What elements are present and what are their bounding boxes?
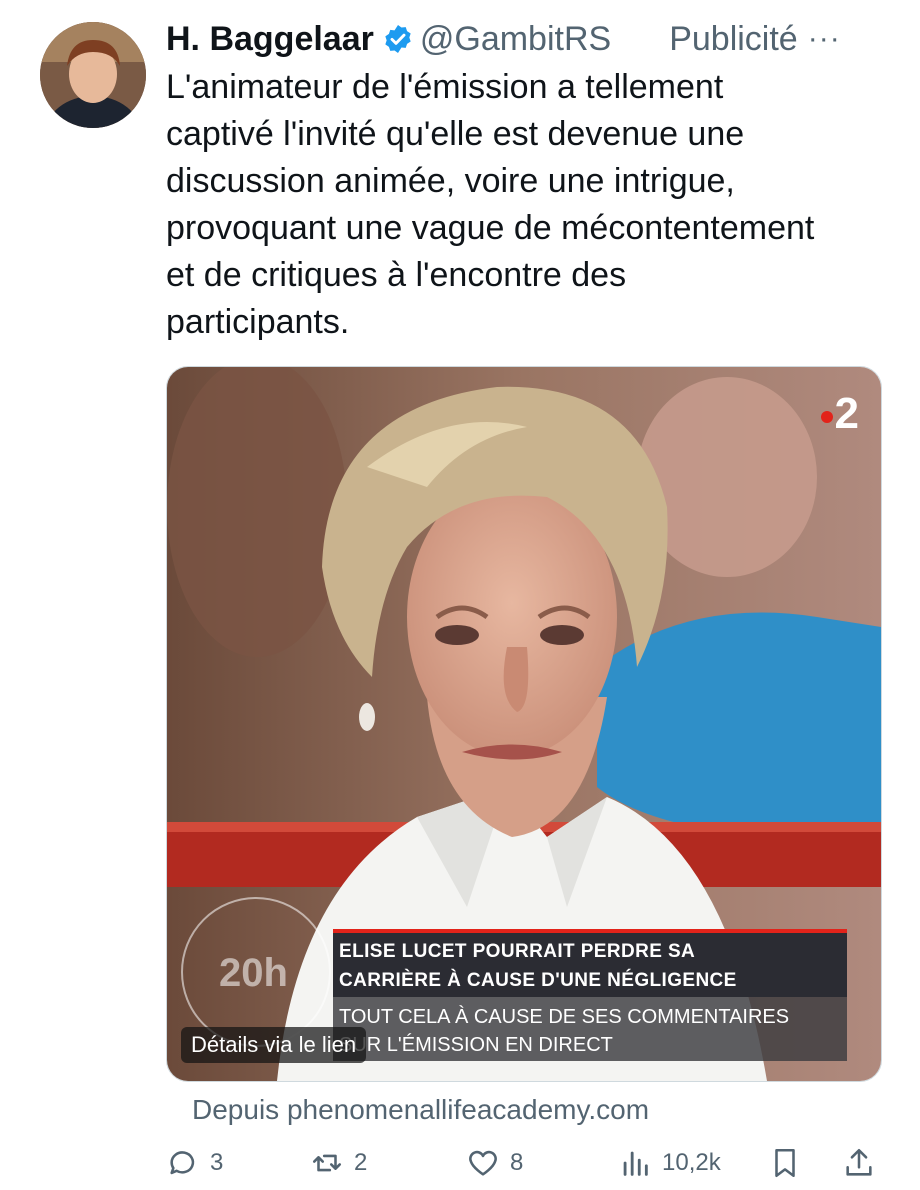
- channel-logo: 2: [820, 389, 859, 439]
- tweet-text-line: discussion animée, voire une intrigue,: [166, 162, 735, 200]
- reply-icon: [170, 1151, 195, 1175]
- bookmark-button[interactable]: [768, 1146, 802, 1180]
- reply-button[interactable]: 3: [166, 1146, 223, 1180]
- ad-label: Publicité: [669, 19, 798, 58]
- verified-badge-icon: [385, 25, 411, 53]
- subline-line: SUR L'ÉMISSION EN DIRECT: [339, 1034, 613, 1056]
- news-lower-third: ELISE LUCET POURRAIT PERDRE SA CARRIÈRE …: [333, 929, 847, 1061]
- news-headline: ELISE LUCET POURRAIT PERDRE SA CARRIÈRE …: [333, 929, 847, 997]
- author-name[interactable]: H. Baggelaar: [166, 20, 374, 59]
- source-link[interactable]: Depuis phenomenallifeacademy.com: [192, 1094, 649, 1126]
- details-link-label[interactable]: Détails via le lien: [181, 1027, 367, 1063]
- headline-line: ELISE LUCET POURRAIT PERDRE SA: [339, 941, 696, 962]
- tweet-header: H. Baggelaar @GambitRS Publicité ···: [166, 14, 900, 64]
- bookmark-icon: [775, 1148, 795, 1178]
- views-button[interactable]: 10,2k: [618, 1146, 721, 1180]
- like-icon: [469, 1150, 497, 1176]
- retweet-button[interactable]: 2: [310, 1146, 367, 1180]
- tweet-text-line: provoquant une vague de mécontentement: [166, 209, 815, 247]
- retweet-count: 2: [354, 1149, 368, 1176]
- news-badge-label: 20h: [219, 951, 288, 995]
- author-handle[interactable]: @GambitRS: [420, 20, 611, 59]
- tweet-text-line: captivé l'invité qu'elle est devenue une: [166, 115, 745, 153]
- subline-line: TOUT CELA À CAUSE DE SES COMMENTAIRES: [339, 1006, 790, 1028]
- tweet-text-line: et de critiques à l'encontre des: [166, 256, 627, 294]
- like-button[interactable]: 8: [466, 1146, 523, 1180]
- views-icon: [623, 1151, 648, 1176]
- views-count: 10,2k: [662, 1149, 721, 1176]
- tweet-media[interactable]: 2 20h ELISE LUCET POURRAIT PERDRE SA CAR…: [166, 366, 882, 1082]
- reply-count: 3: [210, 1149, 224, 1176]
- tweet-text-line: participants.: [166, 303, 350, 341]
- share-icon: [846, 1148, 872, 1176]
- retweet-icon: [312, 1154, 342, 1172]
- channel-dot-icon: [820, 411, 833, 423]
- author-avatar[interactable]: [40, 22, 146, 128]
- like-count: 8: [510, 1149, 524, 1176]
- more-icon[interactable]: ···: [808, 22, 841, 56]
- action-bar: 3 2 8 10,2k: [166, 1146, 886, 1190]
- tweet-text-line: L'animateur de l'émission a tellement: [166, 68, 724, 106]
- tweet-text: L'animateur de l'émission a tellement ca…: [166, 64, 886, 346]
- share-button[interactable]: [842, 1146, 876, 1180]
- headline-line: CARRIÈRE À CAUSE D'UNE NÉGLIGENCE: [339, 970, 737, 991]
- channel-number: 2: [834, 389, 859, 438]
- news-subline: TOUT CELA À CAUSE DE SES COMMENTAIRES SU…: [333, 997, 847, 1061]
- news-badge: 20h: [181, 897, 331, 1047]
